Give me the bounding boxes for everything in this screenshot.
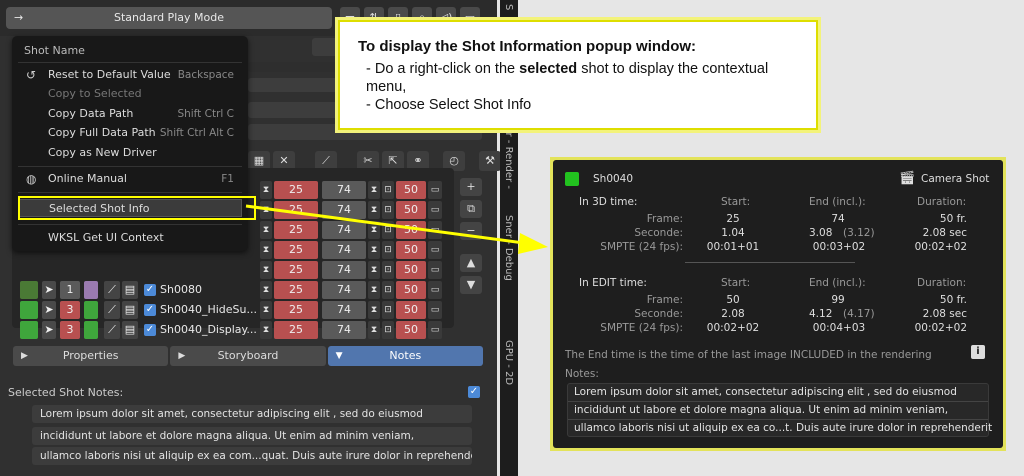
- notes-line: Lorem ipsum dolor sit amet, consectetur …: [574, 386, 957, 398]
- frame-duration: 50 fr.: [939, 294, 967, 306]
- note-text: - Do a right-click on the: [366, 61, 520, 77]
- col-start-header: Start:: [721, 277, 751, 289]
- time-edit-title: In EDIT time:: [579, 277, 647, 289]
- seconds-end: 4.12: [809, 308, 833, 320]
- col-duration-header: Duration:: [917, 196, 967, 208]
- camera-label: Camera Shot: [921, 173, 990, 185]
- frame-start: 50: [726, 294, 740, 306]
- col-start-header: Start:: [721, 196, 751, 208]
- notes-line: ullamco laboris nisi ut aliquip ex ea co…: [574, 422, 993, 434]
- frame-end: 74: [831, 213, 845, 225]
- seconds-end-incl: (4.17): [843, 308, 875, 320]
- shot-info-popup: Sh0040 🎬︎ Camera Shot In 3D time: Start:…: [550, 157, 1006, 451]
- stage: → Standard Play Mode ▬ ⇅ ▯ 🔒︎ ◁) ▭ ▦ ✕ ⟋…: [0, 0, 1024, 476]
- section-divider: [685, 262, 855, 263]
- smpte-label: SMPTE (24 fps):: [600, 322, 683, 334]
- note-line-2: - Choose Select Shot Info: [366, 97, 532, 113]
- seconds-duration: 2.08 sec: [922, 308, 967, 320]
- smpte-duration: 00:02+02: [914, 241, 967, 253]
- seconds-label: Seconde:: [634, 227, 683, 239]
- seconds-duration: 2.08 sec: [922, 227, 967, 239]
- smpte-end: 00:04+03: [812, 322, 866, 334]
- seconds-label: Seconde:: [634, 308, 683, 320]
- note-line-1: - Do a right-click on the selected shot …: [366, 60, 806, 96]
- notes-box: Lorem ipsum dolor sit amet, consectetur …: [567, 383, 993, 437]
- frame-end: 99: [831, 294, 845, 306]
- col-end-header: End (incl.):: [809, 277, 866, 289]
- col-end-header: End (incl.):: [809, 196, 866, 208]
- smpte-start: 00:01+01: [706, 241, 760, 253]
- smpte-start: 00:02+02: [706, 322, 760, 334]
- shot-color-swatch: [565, 172, 579, 186]
- smpte-duration: 00:02+02: [914, 322, 967, 334]
- popup-body: Sh0040 🎬︎ Camera Shot In 3D time: Start:…: [553, 160, 1003, 448]
- seconds-end-incl: (3.12): [843, 227, 875, 239]
- seconds-end: 3.08: [809, 227, 833, 239]
- shot-name: Sh0040: [593, 173, 634, 185]
- end-time-note: The End time is the time of the last ima…: [565, 349, 932, 361]
- smpte-label: SMPTE (24 fps):: [600, 241, 683, 253]
- note-title: To display the Shot Information popup wi…: [358, 38, 697, 55]
- frame-start: 25: [726, 213, 740, 225]
- smpte-end: 00:03+02: [812, 241, 866, 253]
- frame-duration: 50 fr.: [939, 213, 967, 225]
- seconds-start: 1.04: [721, 227, 745, 239]
- notes-label: Notes:: [565, 368, 599, 380]
- notes-line: incididunt ut labore et dolore magna ali…: [574, 404, 949, 416]
- instruction-note: To display the Shot Information popup wi…: [338, 20, 818, 130]
- col-duration-header: Duration:: [917, 277, 967, 289]
- note-bold: selected: [519, 61, 578, 77]
- time-3d-title: In 3D time:: [579, 196, 638, 208]
- camera-icon: 🎬︎: [899, 171, 916, 186]
- info-icon[interactable]: i: [971, 345, 985, 359]
- seconds-start: 2.08: [721, 308, 745, 320]
- frame-label: Frame:: [646, 294, 683, 306]
- frame-label: Frame:: [646, 213, 683, 225]
